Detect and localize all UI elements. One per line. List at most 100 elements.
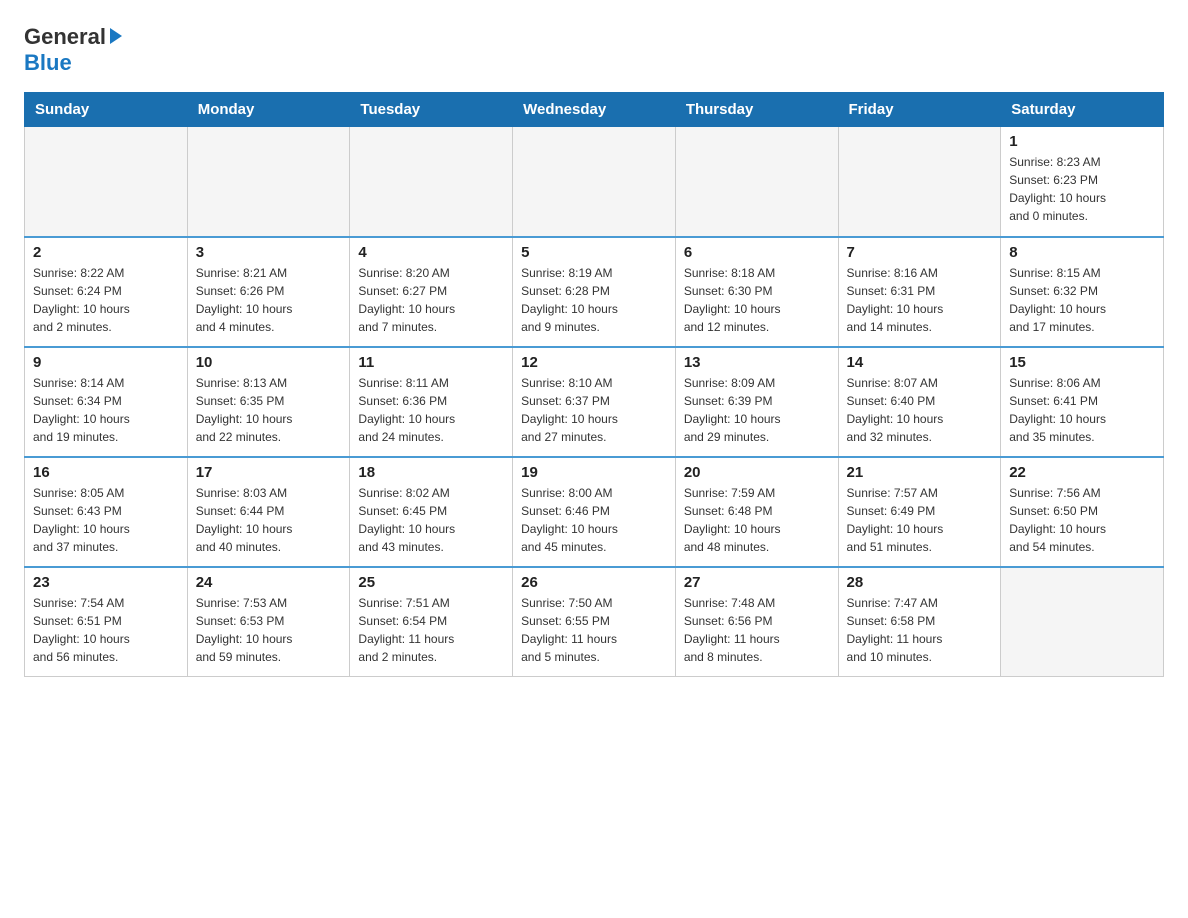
day-info: Sunrise: 7:51 AM Sunset: 6:54 PM Dayligh… [358, 594, 504, 666]
day-number: 7 [847, 244, 993, 261]
calendar-cell: 26 Sunrise: 7:50 AM Sunset: 6:55 PM Dayli… [513, 567, 676, 677]
calendar-cell [838, 127, 1001, 237]
calendar-header-tuesday: Tuesday [350, 93, 513, 127]
calendar-cell: 11 Sunrise: 8:11 AM Sunset: 6:36 PM Dayli… [350, 347, 513, 457]
calendar-cell: 20 Sunrise: 7:59 AM Sunset: 6:48 PM Dayli… [675, 457, 838, 567]
day-number: 28 [847, 574, 993, 591]
day-info: Sunrise: 8:13 AM Sunset: 6:35 PM Dayligh… [196, 374, 342, 446]
calendar-header-sunday: Sunday [25, 93, 188, 127]
calendar-cell [187, 127, 350, 237]
day-info: Sunrise: 8:23 AM Sunset: 6:23 PM Dayligh… [1009, 153, 1155, 225]
day-number: 26 [521, 574, 667, 591]
day-info: Sunrise: 7:53 AM Sunset: 6:53 PM Dayligh… [196, 594, 342, 666]
logo-arrow-icon [110, 28, 122, 44]
calendar-cell [675, 127, 838, 237]
day-number: 16 [33, 464, 179, 481]
calendar-cell: 6 Sunrise: 8:18 AM Sunset: 6:30 PM Daylig… [675, 237, 838, 347]
day-number: 3 [196, 244, 342, 261]
day-info: Sunrise: 8:21 AM Sunset: 6:26 PM Dayligh… [196, 264, 342, 336]
day-number: 4 [358, 244, 504, 261]
calendar-cell [350, 127, 513, 237]
day-info: Sunrise: 7:50 AM Sunset: 6:55 PM Dayligh… [521, 594, 667, 666]
calendar-header-row: SundayMondayTuesdayWednesdayThursdayFrid… [25, 93, 1164, 127]
logo-blue-text: Blue [24, 50, 72, 75]
day-number: 9 [33, 354, 179, 371]
day-number: 10 [196, 354, 342, 371]
day-info: Sunrise: 8:22 AM Sunset: 6:24 PM Dayligh… [33, 264, 179, 336]
day-number: 12 [521, 354, 667, 371]
calendar-cell: 24 Sunrise: 7:53 AM Sunset: 6:53 PM Dayli… [187, 567, 350, 677]
calendar-header-saturday: Saturday [1001, 93, 1164, 127]
calendar-week-row: 2 Sunrise: 8:22 AM Sunset: 6:24 PM Daylig… [25, 237, 1164, 347]
day-number: 15 [1009, 354, 1155, 371]
calendar-cell: 7 Sunrise: 8:16 AM Sunset: 6:31 PM Daylig… [838, 237, 1001, 347]
calendar-cell: 5 Sunrise: 8:19 AM Sunset: 6:28 PM Daylig… [513, 237, 676, 347]
calendar-cell: 13 Sunrise: 8:09 AM Sunset: 6:39 PM Dayli… [675, 347, 838, 457]
calendar-week-row: 23 Sunrise: 7:54 AM Sunset: 6:51 PM Dayli… [25, 567, 1164, 677]
day-number: 6 [684, 244, 830, 261]
day-number: 20 [684, 464, 830, 481]
calendar-cell: 18 Sunrise: 8:02 AM Sunset: 6:45 PM Dayli… [350, 457, 513, 567]
calendar-cell: 28Sunrise: 7:47 AM Sunset: 6:58 PM Dayli… [838, 567, 1001, 677]
day-number: 14 [847, 354, 993, 371]
calendar-cell [1001, 567, 1164, 677]
day-number: 24 [196, 574, 342, 591]
logo: General Blue [24, 24, 122, 76]
calendar-cell [25, 127, 188, 237]
day-info: Sunrise: 8:18 AM Sunset: 6:30 PM Dayligh… [684, 264, 830, 336]
calendar-table: SundayMondayTuesdayWednesdayThursdayFrid… [24, 92, 1164, 677]
calendar-cell: 3 Sunrise: 8:21 AM Sunset: 6:26 PM Daylig… [187, 237, 350, 347]
calendar-cell: 1 Sunrise: 8:23 AM Sunset: 6:23 PM Daylig… [1001, 127, 1164, 237]
day-number: 21 [847, 464, 993, 481]
calendar-cell: 23 Sunrise: 7:54 AM Sunset: 6:51 PM Dayli… [25, 567, 188, 677]
day-info: Sunrise: 8:09 AM Sunset: 6:39 PM Dayligh… [684, 374, 830, 446]
day-info: Sunrise: 7:57 AM Sunset: 6:49 PM Dayligh… [847, 484, 993, 556]
day-info: Sunrise: 8:02 AM Sunset: 6:45 PM Dayligh… [358, 484, 504, 556]
day-number: 18 [358, 464, 504, 481]
day-info: Sunrise: 8:03 AM Sunset: 6:44 PM Dayligh… [196, 484, 342, 556]
day-number: 5 [521, 244, 667, 261]
day-info: Sunrise: 7:48 AM Sunset: 6:56 PM Dayligh… [684, 594, 830, 666]
calendar-header-wednesday: Wednesday [513, 93, 676, 127]
calendar-cell: 25 Sunrise: 7:51 AM Sunset: 6:54 PM Dayli… [350, 567, 513, 677]
calendar-cell: 22 Sunrise: 7:56 AM Sunset: 6:50 PM Dayli… [1001, 457, 1164, 567]
calendar-cell: 14Sunrise: 8:07 AM Sunset: 6:40 PM Dayli… [838, 347, 1001, 457]
day-info: Sunrise: 7:56 AM Sunset: 6:50 PM Dayligh… [1009, 484, 1155, 556]
calendar-week-row: 16 Sunrise: 8:05 AM Sunset: 6:43 PM Dayli… [25, 457, 1164, 567]
calendar-week-row: 9 Sunrise: 8:14 AM Sunset: 6:34 PM Daylig… [25, 347, 1164, 457]
day-info: Sunrise: 8:11 AM Sunset: 6:36 PM Dayligh… [358, 374, 504, 446]
day-info: Sunrise: 8:10 AM Sunset: 6:37 PM Dayligh… [521, 374, 667, 446]
day-number: 23 [33, 574, 179, 591]
calendar-cell: 12 Sunrise: 8:10 AM Sunset: 6:37 PM Dayli… [513, 347, 676, 457]
day-info: Sunrise: 8:15 AM Sunset: 6:32 PM Dayligh… [1009, 264, 1155, 336]
calendar-header-monday: Monday [187, 93, 350, 127]
calendar-cell: 15 Sunrise: 8:06 AM Sunset: 6:41 PM Dayli… [1001, 347, 1164, 457]
day-number: 11 [358, 354, 504, 371]
day-info: Sunrise: 8:00 AM Sunset: 6:46 PM Dayligh… [521, 484, 667, 556]
day-number: 25 [358, 574, 504, 591]
calendar-cell: 4 Sunrise: 8:20 AM Sunset: 6:27 PM Daylig… [350, 237, 513, 347]
day-info: Sunrise: 8:05 AM Sunset: 6:43 PM Dayligh… [33, 484, 179, 556]
day-number: 2 [33, 244, 179, 261]
day-info: Sunrise: 8:14 AM Sunset: 6:34 PM Dayligh… [33, 374, 179, 446]
calendar-header-friday: Friday [838, 93, 1001, 127]
day-number: 19 [521, 464, 667, 481]
page-header: General Blue [24, 24, 1164, 76]
calendar-cell: 19 Sunrise: 8:00 AM Sunset: 6:46 PM Dayli… [513, 457, 676, 567]
day-info: Sunrise: 8:06 AM Sunset: 6:41 PM Dayligh… [1009, 374, 1155, 446]
day-info: Sunrise: 7:59 AM Sunset: 6:48 PM Dayligh… [684, 484, 830, 556]
day-info: Sunrise: 8:20 AM Sunset: 6:27 PM Dayligh… [358, 264, 504, 336]
day-info: Sunrise: 8:16 AM Sunset: 6:31 PM Dayligh… [847, 264, 993, 336]
day-number: 17 [196, 464, 342, 481]
calendar-header-thursday: Thursday [675, 93, 838, 127]
day-number: 8 [1009, 244, 1155, 261]
calendar-cell: 17 Sunrise: 8:03 AM Sunset: 6:44 PM Dayli… [187, 457, 350, 567]
day-info: Sunrise: 7:54 AM Sunset: 6:51 PM Dayligh… [33, 594, 179, 666]
calendar-cell [513, 127, 676, 237]
calendar-cell: 2 Sunrise: 8:22 AM Sunset: 6:24 PM Daylig… [25, 237, 188, 347]
day-number: 1 [1009, 133, 1155, 150]
day-number: 13 [684, 354, 830, 371]
day-info: Sunrise: 8:19 AM Sunset: 6:28 PM Dayligh… [521, 264, 667, 336]
calendar-cell: 10 Sunrise: 8:13 AM Sunset: 6:35 PM Dayli… [187, 347, 350, 457]
day-number: 22 [1009, 464, 1155, 481]
